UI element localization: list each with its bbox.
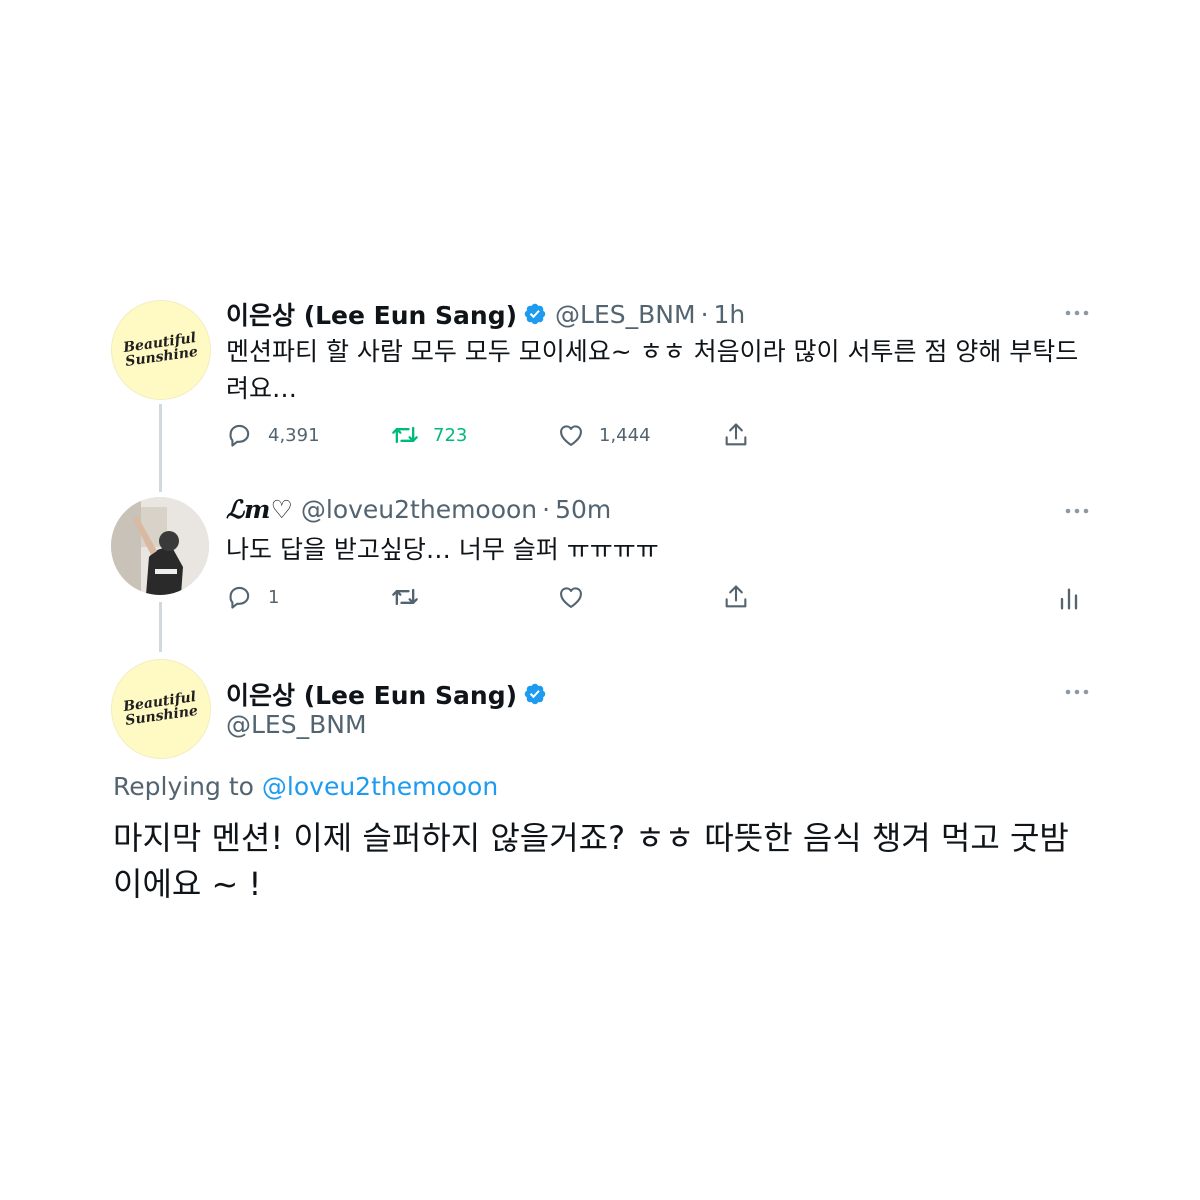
tweet-header: 이은상 (Lee Eun Sang) @LES_BNM · 1h <box>226 296 745 332</box>
profile-photo <box>111 497 209 595</box>
heart-icon <box>560 587 582 608</box>
reply-icon <box>229 586 250 609</box>
thread-line-2 <box>159 602 162 652</box>
tweet-header: ℒm♡ @loveu2themooon · 50m <box>226 495 611 524</box>
heart-icon <box>560 425 582 446</box>
retweet-button[interactable]: 723 <box>391 421 467 449</box>
username[interactable]: @LES_BNM <box>226 710 367 739</box>
verified-badge-icon <box>524 683 546 705</box>
replying-to: Replying to @loveu2themooon <box>113 772 498 801</box>
more-options-icon[interactable] <box>1064 506 1090 516</box>
separator-dot: · <box>700 299 709 329</box>
thread-line-1 <box>159 404 162 492</box>
retweet-button[interactable] <box>391 583 419 611</box>
analytics-button[interactable] <box>1055 585 1083 613</box>
timestamp[interactable]: 1h <box>714 300 746 329</box>
more-options-icon[interactable] <box>1064 687 1090 697</box>
share-icon <box>725 423 747 446</box>
avatar-logo: Beautiful Sunshine <box>122 330 200 370</box>
replying-to-handle[interactable]: @loveu2themooon <box>262 772 498 801</box>
reply-button[interactable]: 4,391 <box>226 421 320 449</box>
tweet-text: 나도 답을 받고싶당… 너무 슬퍼 ㅠㅠㅠㅠ <box>226 535 659 564</box>
retweet-icon <box>392 426 418 444</box>
tweet-text: 멘션파티 할 사람 모두 모두 모이세요~ ㅎㅎ 처음이라 많이 서투른 점 양… <box>226 337 1079 403</box>
share-icon <box>725 585 747 608</box>
replying-to-label: Replying to <box>113 772 254 801</box>
reply-count: 4,391 <box>268 424 320 446</box>
avatar-logo: Beautiful Sunshine <box>122 689 200 729</box>
share-button[interactable] <box>722 583 750 611</box>
reply-button[interactable]: 1 <box>226 583 279 611</box>
like-button[interactable]: 1,444 <box>557 421 651 449</box>
timestamp[interactable]: 50m <box>555 495 611 524</box>
retweet-count: 723 <box>433 424 468 446</box>
avatar[interactable]: Beautiful Sunshine <box>111 300 211 400</box>
display-name[interactable]: ℒm♡ <box>226 495 293 524</box>
display-name[interactable]: 이은상 (Lee Eun Sang) <box>226 676 517 712</box>
reply-count: 1 <box>268 586 280 608</box>
like-count: 1,444 <box>599 424 651 446</box>
like-button[interactable] <box>557 583 585 611</box>
share-button[interactable] <box>722 421 750 449</box>
display-name[interactable]: 이은상 (Lee Eun Sang) <box>226 296 517 332</box>
retweet-icon <box>392 588 418 606</box>
reply-icon <box>229 424 250 447</box>
analytics-icon <box>1060 588 1078 610</box>
more-options-icon[interactable] <box>1064 308 1090 318</box>
tweet-header: 이은상 (Lee Eun Sang) <box>226 676 547 712</box>
main-tweet-text: 마지막 멘션! 이제 슬퍼하지 않을거죠? ㅎㅎ 따뜻한 음식 챙겨 먹고 굿밤… <box>113 819 1069 903</box>
separator-dot: · <box>542 495 551 524</box>
avatar[interactable]: Beautiful Sunshine <box>111 659 211 759</box>
verified-badge-icon <box>524 303 546 325</box>
username[interactable]: @loveu2themooon <box>301 495 537 524</box>
username[interactable]: @LES_BNM <box>555 300 696 329</box>
avatar[interactable] <box>111 497 209 595</box>
